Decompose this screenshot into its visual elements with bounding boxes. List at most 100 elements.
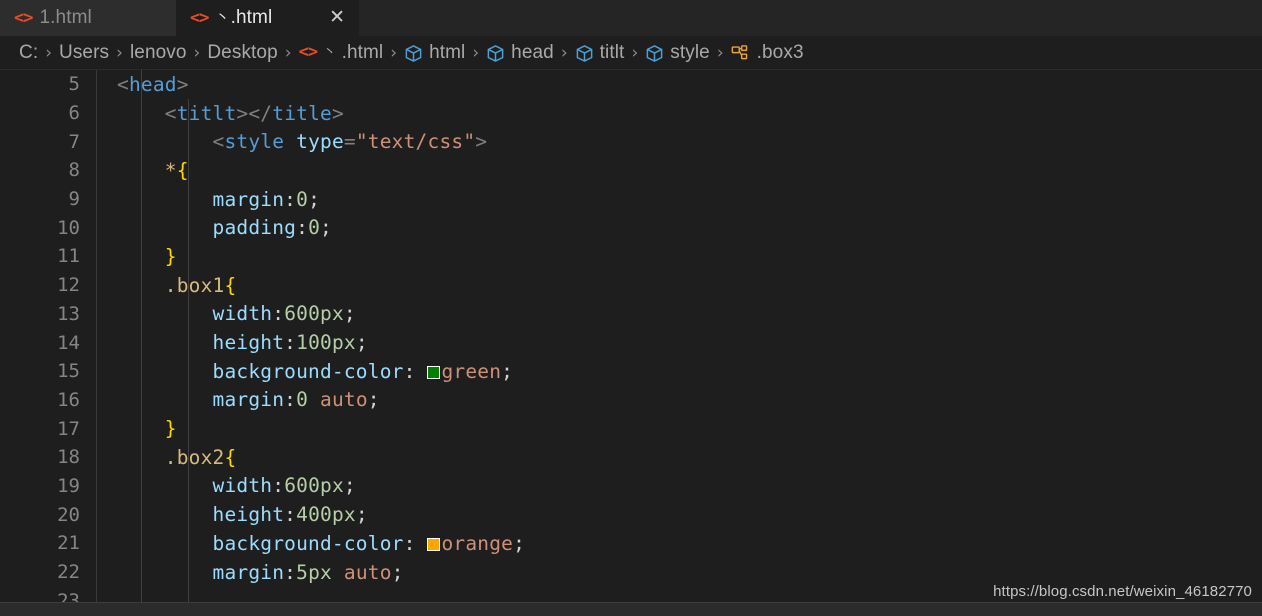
- code-line[interactable]: 20 height:400px;: [0, 500, 1262, 529]
- code-token: :: [403, 531, 428, 555]
- code-line[interactable]: 23: [0, 586, 1262, 602]
- html5-icon: <>: [298, 42, 319, 62]
- code-token: }: [164, 417, 177, 441]
- code-token: :: [284, 503, 297, 527]
- code-token: :: [284, 187, 297, 211]
- code-line[interactable]: 6 <titlt></title>: [0, 99, 1262, 128]
- code-token: ;: [513, 531, 526, 555]
- breadcrumb-item-head[interactable]: head: [485, 42, 555, 64]
- code-token: green: [441, 359, 502, 383]
- code-line[interactable]: 10 padding:0;: [0, 213, 1262, 242]
- breadcrumb-item-file[interactable]: <> 丶 .html: [298, 42, 385, 64]
- breadcrumb-label: style: [670, 41, 710, 63]
- code-token: {: [224, 445, 237, 469]
- symbol-structure-cube-icon: [645, 44, 664, 63]
- code-token: ;: [391, 560, 404, 584]
- code-token: 0: [296, 388, 309, 412]
- line-number: 17: [57, 417, 80, 440]
- code-token: >: [176, 72, 189, 96]
- code-text: .box1{: [80, 274, 236, 297]
- code-token: auto: [343, 560, 392, 584]
- code-token: ;: [501, 359, 514, 383]
- tab-active-html[interactable]: <> 丶.html ✕: [176, 0, 359, 36]
- code-token: 400px: [296, 503, 356, 527]
- code-text: width:600px;: [80, 302, 356, 325]
- tab-label-text: .html: [230, 7, 273, 28]
- code-line[interactable]: 21 background-color: orange;: [0, 529, 1262, 558]
- color-swatch[interactable]: [427, 365, 441, 379]
- code-token: {: [224, 273, 237, 297]
- code-line[interactable]: 9 margin:0;: [0, 185, 1262, 214]
- code-lines[interactable]: 5 <head> 6 <titlt></title> 7 <style type="t…: [0, 70, 1262, 602]
- code-text: *{: [80, 159, 189, 182]
- code-token: ;: [343, 302, 356, 326]
- code-text: margin:0 auto;: [80, 388, 380, 411]
- status-bar: [0, 602, 1262, 616]
- code-editor[interactable]: 5 <head> 6 <titlt></title> 7 <style type="t…: [0, 70, 1262, 602]
- breadcrumb-item-box3[interactable]: .box3: [730, 42, 805, 64]
- line-number: 5: [68, 73, 80, 96]
- code-text: <head>: [80, 73, 189, 96]
- breadcrumb-item-style[interactable]: style: [644, 42, 711, 64]
- tab-label: 1.html: [39, 7, 92, 28]
- code-line[interactable]: 14 height:100px;: [0, 328, 1262, 357]
- chevron-right-icon: ›: [631, 42, 639, 63]
- breadcrumb-item-html[interactable]: html: [403, 42, 466, 64]
- code-line[interactable]: 15 background-color: green;: [0, 357, 1262, 386]
- breadcrumb-item-users[interactable]: Users: [58, 42, 110, 64]
- code-line[interactable]: 18 .box2{: [0, 443, 1262, 472]
- line-number: 18: [57, 446, 80, 469]
- code-token: title: [272, 101, 332, 125]
- breadcrumb-item-titlt[interactable]: titlt: [574, 42, 626, 64]
- breadcrumb-item-drive[interactable]: C:: [18, 42, 39, 64]
- code-line[interactable]: 19 width:600px;: [0, 472, 1262, 501]
- chevron-right-icon: ›: [716, 42, 724, 63]
- tab-1-html[interactable]: <> 1.html: [0, 0, 176, 36]
- line-number: 19: [57, 474, 80, 497]
- code-line[interactable]: 13 width:600px;: [0, 300, 1262, 329]
- code-line[interactable]: 22 margin:5px auto;: [0, 558, 1262, 587]
- code-line[interactable]: 8 *{: [0, 156, 1262, 185]
- line-number: 10: [57, 216, 80, 239]
- code-token: :: [272, 302, 285, 326]
- chevron-right-icon: ›: [560, 42, 568, 63]
- line-number: 22: [57, 561, 80, 584]
- code-text: height:400px;: [80, 503, 368, 526]
- code-token: :: [284, 388, 297, 412]
- color-swatch[interactable]: [427, 537, 441, 551]
- code-text: height:100px;: [80, 331, 368, 354]
- code-token: ;: [355, 503, 368, 527]
- chevron-right-icon: ›: [193, 42, 201, 63]
- code-token: ;: [320, 216, 332, 240]
- code-token: ;: [308, 187, 321, 211]
- code-line[interactable]: 7 <style type="text/css">: [0, 127, 1262, 156]
- code-token: <: [117, 72, 129, 96]
- line-number: 14: [57, 331, 80, 354]
- code-line[interactable]: 5 <head>: [0, 70, 1262, 99]
- breadcrumb-label: titlt: [599, 41, 625, 63]
- chevron-right-icon: ›: [116, 42, 123, 63]
- code-line[interactable]: 11 }: [0, 242, 1262, 271]
- code-line[interactable]: 16 margin:0 auto;: [0, 386, 1262, 415]
- close-icon[interactable]: ✕: [327, 7, 347, 29]
- vscode-window: <> 1.html <> 丶.html ✕ C: › Users › lenov…: [0, 0, 1262, 616]
- breadcrumb-item-lenovo[interactable]: lenovo: [129, 42, 188, 64]
- code-line[interactable]: 17 }: [0, 414, 1262, 443]
- code-token: orange: [441, 531, 514, 555]
- code-token: 600px: [284, 302, 344, 326]
- code-line[interactable]: 12 .box1{: [0, 271, 1262, 300]
- breadcrumb-label: .box3: [756, 41, 804, 63]
- code-token: margin: [212, 187, 285, 211]
- code-token: margin: [212, 560, 285, 584]
- code-token: height: [212, 331, 285, 355]
- breadcrumb-item-desktop[interactable]: Desktop: [206, 42, 278, 64]
- breadcrumb-label: C:: [19, 41, 39, 63]
- code-token: {: [176, 158, 189, 182]
